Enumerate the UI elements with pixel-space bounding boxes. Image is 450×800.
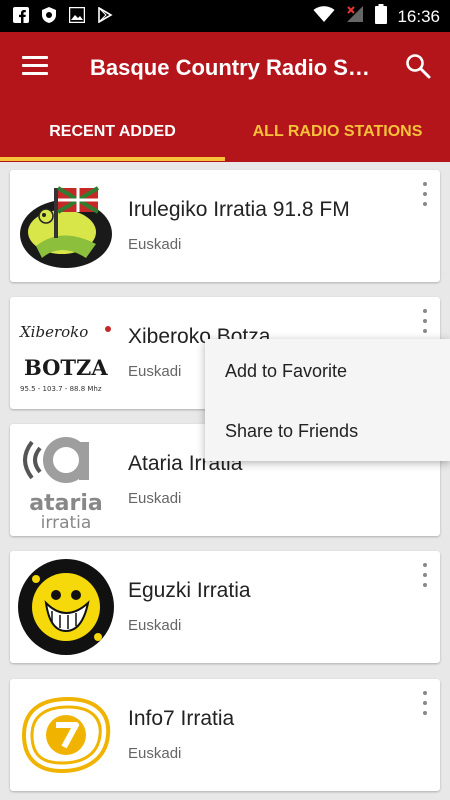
menu-item-share-to-friends[interactable]: Share to Friends — [205, 401, 450, 461]
eguzki-logo — [16, 557, 116, 657]
ataria-logo: ataria irratia — [16, 430, 116, 533]
xiberoko-botza-logo: Xiberoko BOTZA 95.5 - 103.7 - 88.8 Mhz — [16, 303, 116, 403]
notification-icons — [12, 6, 114, 24]
menu-item-add-to-favorite[interactable]: Add to Favorite — [205, 341, 450, 401]
play-store-icon — [96, 6, 114, 24]
tab-indicator — [0, 157, 225, 161]
more-options-icon[interactable] — [420, 563, 430, 587]
more-options-icon[interactable] — [420, 182, 430, 206]
tab-recent-added[interactable]: RECENT ADDED — [0, 102, 225, 162]
logo-text-main: BOTZA — [24, 355, 108, 380]
app-bar: Basque Country Radio S… — [0, 32, 450, 102]
status-bar: 16:36 — [0, 0, 450, 32]
system-icons: 16:36 — [313, 4, 440, 29]
station-region: Euskadi — [128, 363, 182, 380]
station-name: Irulegiko Irratia 91.8 FM — [128, 198, 350, 221]
station-card-info7[interactable]: Info7 Irratia Euskadi — [10, 679, 440, 791]
irulegi-logo — [16, 176, 116, 276]
page-title: Basque Country Radio S… — [90, 55, 370, 80]
options-popup-menu: Add to Favorite Share to Friends — [205, 339, 450, 461]
station-region: Euskadi — [128, 490, 182, 507]
info7-logo — [16, 685, 116, 785]
station-region: Euskadi — [128, 617, 182, 634]
station-card-eguzki[interactable]: Eguzki Irratia Euskadi — [10, 551, 440, 663]
menu-icon[interactable] — [22, 56, 48, 78]
no-signal-icon — [345, 5, 365, 28]
clock: 16:36 — [397, 6, 440, 26]
wifi-icon — [313, 5, 335, 28]
tab-all-radio-stations[interactable]: ALL RADIO STATIONS — [225, 102, 450, 162]
station-name: Info7 Irratia — [128, 707, 235, 730]
shield-icon — [40, 6, 58, 24]
station-region: Euskadi — [128, 745, 182, 762]
station-name: Eguzki Irratia — [128, 579, 251, 602]
more-options-icon[interactable] — [420, 691, 430, 715]
tab-bar: RECENT ADDED ALL RADIO STATIONS — [0, 102, 450, 162]
battery-icon — [375, 4, 388, 29]
station-card-irulegi[interactable]: Irulegiko Irratia 91.8 FM Euskadi — [10, 170, 440, 282]
station-region: Euskadi — [128, 236, 182, 253]
logo-text-freqs: 95.5 - 103.7 - 88.8 Mhz — [20, 385, 102, 393]
search-icon[interactable] — [404, 52, 432, 80]
image-icon — [68, 6, 86, 24]
logo-text-bottom: irratia — [41, 513, 92, 530]
more-options-icon[interactable] — [420, 309, 430, 333]
facebook-icon — [12, 6, 30, 24]
logo-text-top: Xiberoko — [19, 323, 88, 341]
